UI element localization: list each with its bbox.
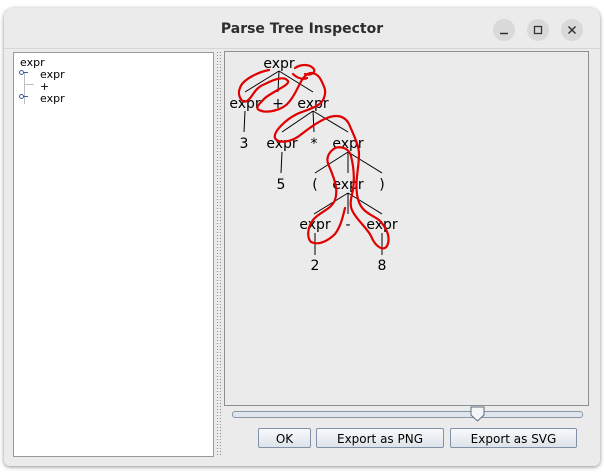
tree-node: expr <box>299 217 331 233</box>
tree-node: ( <box>312 177 317 193</box>
ok-button[interactable]: OK <box>258 428 311 448</box>
tree-node: * <box>311 136 318 152</box>
expand-handle-icon[interactable] <box>19 69 28 75</box>
minimize-button[interactable] <box>493 19 515 41</box>
tree-guide-line <box>24 72 25 104</box>
tree-item-expr[interactable]: expr <box>40 92 65 105</box>
close-icon <box>567 25 577 35</box>
tree-guide-line <box>24 84 34 85</box>
parse-tree-canvas[interactable]: expr expr + expr 3 expr * expr 5 ( expr … <box>224 51 589 406</box>
split-pane-divider[interactable] <box>214 52 222 456</box>
title-bar: Parse Tree Inspector <box>4 8 600 49</box>
tree-view-panel[interactable]: expr expr + expr <box>13 52 214 457</box>
tree-node: expr <box>229 96 261 112</box>
minimize-icon <box>500 32 508 35</box>
zoom-slider-track[interactable] <box>232 411 583 418</box>
parse-tree-diagram: expr expr + expr 3 expr * expr 5 ( expr … <box>229 56 398 274</box>
maximize-icon <box>533 25 543 35</box>
maximize-button[interactable] <box>527 19 549 41</box>
tree-node: 2 <box>311 258 320 274</box>
tree-node: 5 <box>277 177 286 193</box>
export-svg-button[interactable]: Export as SVG <box>450 428 577 448</box>
tree-node: - <box>345 217 350 233</box>
expand-handle-icon[interactable] <box>19 93 28 99</box>
zoom-slider-thumb[interactable] <box>470 406 485 422</box>
tree-node: ) <box>379 177 384 193</box>
export-png-button[interactable]: Export as PNG <box>316 428 444 448</box>
inspector-window: Parse Tree Inspector expr expr + expr ex… <box>4 8 600 466</box>
close-button[interactable] <box>561 19 583 41</box>
tree-node: 3 <box>240 136 249 152</box>
tree-node: 8 <box>378 258 387 274</box>
